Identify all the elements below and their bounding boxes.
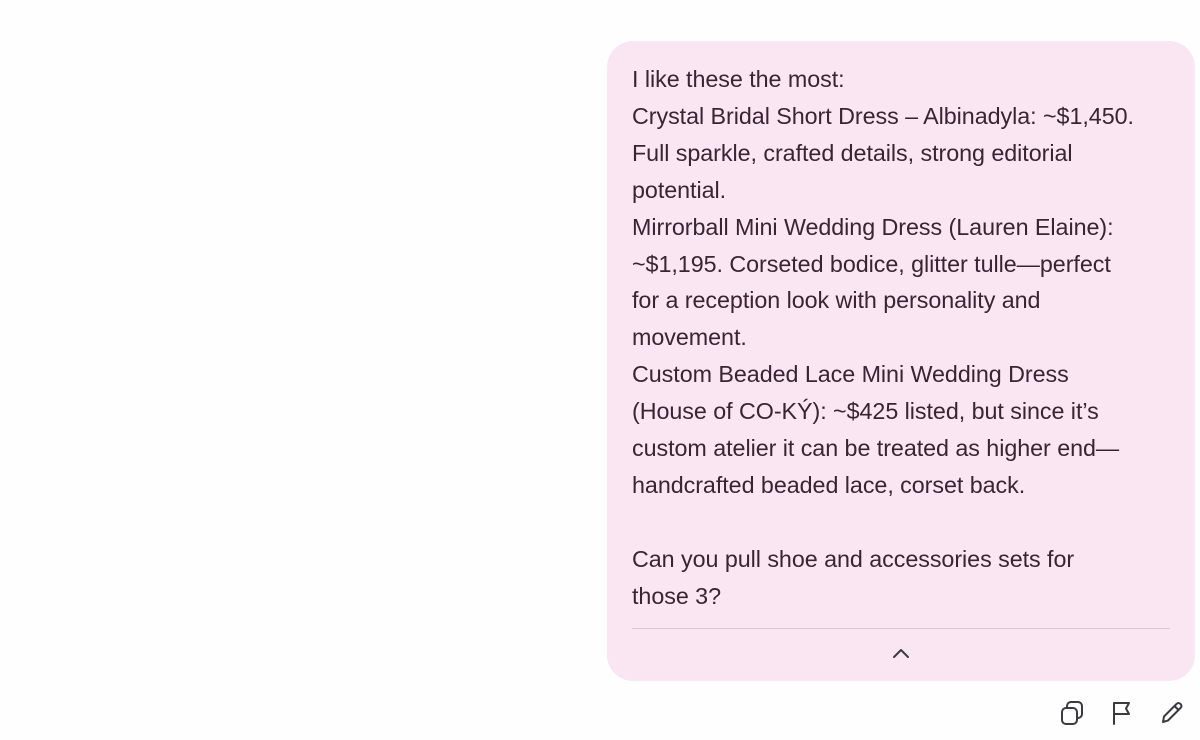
message-line: custom atelier it can be treated as high… bbox=[632, 435, 1120, 462]
chat-view: I like these the most: Crystal Bridal Sh… bbox=[0, 0, 1200, 740]
message-text: I like these the most: Crystal Bridal Sh… bbox=[632, 61, 1171, 615]
flag-button[interactable] bbox=[1104, 696, 1140, 730]
message-line: Custom Beaded Lace Mini Wedding Dress bbox=[632, 361, 1069, 388]
collapse-message-button[interactable] bbox=[887, 639, 915, 667]
question-line: those 3? bbox=[632, 582, 721, 609]
divider bbox=[632, 628, 1170, 629]
user-message-bubble: I like these the most: Crystal Bridal Sh… bbox=[607, 41, 1195, 681]
edit-button[interactable] bbox=[1154, 696, 1190, 730]
message-line: Full sparkle, crafted details, strong ed… bbox=[632, 139, 1073, 166]
message-actions bbox=[1054, 696, 1190, 730]
message-line: for a reception look with personality an… bbox=[632, 287, 1041, 314]
message-line: ~$1,195. Corseted bodice, glitter tulle—… bbox=[632, 250, 1111, 277]
copy-button[interactable] bbox=[1054, 696, 1090, 730]
message-line: Crystal Bridal Short Dress – Albinadyla:… bbox=[632, 102, 1134, 129]
message-line: potential. bbox=[632, 176, 727, 203]
message-line: movement. bbox=[632, 324, 747, 351]
message-line: (House of CO-KÝ): ~$425 listed, but sinc… bbox=[632, 398, 1099, 425]
message-line: Mirrorball Mini Wedding Dress (Lauren El… bbox=[632, 213, 1114, 240]
flag-icon bbox=[1108, 699, 1136, 727]
message-line: handcrafted beaded lace, corset back. bbox=[632, 471, 1026, 498]
copy-icon bbox=[1058, 699, 1086, 727]
message-line: I like these the most: bbox=[632, 66, 845, 92]
paragraph-break bbox=[632, 504, 1171, 541]
chevron-up-icon bbox=[891, 647, 911, 659]
question-line: Can you pull shoe and accessories sets f… bbox=[632, 545, 1075, 572]
pencil-icon bbox=[1158, 699, 1186, 727]
